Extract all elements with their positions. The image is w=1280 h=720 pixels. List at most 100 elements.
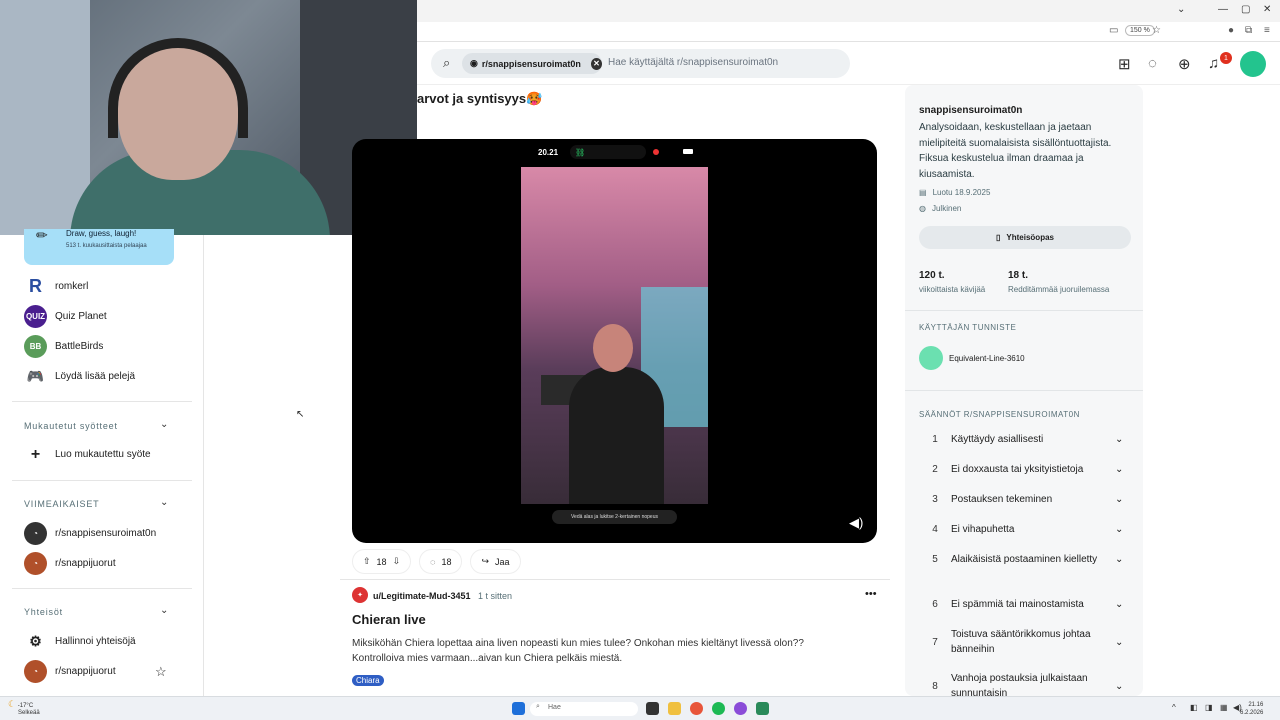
community-item[interactable]: ◔ r/snappijuorut (24, 660, 116, 683)
tab-list-button[interactable]: ⌄ (1177, 4, 1185, 15)
chevron-down-icon[interactable]: ⌄ (1115, 464, 1129, 475)
spotify-icon[interactable] (712, 702, 725, 715)
upvote-icon[interactable]: ⇧ (363, 556, 371, 567)
close-window-button[interactable]: ✕ (1263, 4, 1271, 15)
profile-icon[interactable]: ● (1228, 25, 1234, 36)
bell-icon[interactable]: ♫ (1208, 55, 1219, 72)
created-label: Luotu 18.9.2025 (932, 188, 991, 197)
rule-item[interactable]: 7 Toistuva sääntörikkomus johtaa bänneihi… (919, 627, 1129, 657)
avatar[interactable]: ✦ (352, 587, 368, 603)
video-frame (521, 167, 708, 504)
chevron-down-icon[interactable]: ⌄ (1115, 434, 1129, 445)
manage-communities[interactable]: ⚙ Hallinnoi yhteisöjä (24, 630, 135, 653)
close-icon[interactable]: ✕ (590, 57, 602, 70)
sidebar-item-quiz-planet[interactable]: QUIZ Quiz Planet (24, 305, 107, 328)
create-post-icon[interactable]: ⊕ (1178, 55, 1191, 73)
recent-item[interactable]: ◔ r/snappijuorut (24, 552, 116, 575)
user-avatar[interactable] (1240, 51, 1266, 77)
post-title[interactable]: arvot ja syntisyys🥵 (417, 91, 542, 107)
communities-heading[interactable]: Yhteisöt (24, 607, 63, 617)
game-card[interactable]: ✏ Draw, guess, laugh! 513 t. kuukausitta… (24, 227, 174, 265)
clock[interactable]: 21.16 6.2.2026 (1240, 701, 1263, 717)
sidebar-item-romkerl[interactable]: R romkerl (24, 275, 88, 298)
windows-taskbar: ☾ -17°C Selkeää ⌕ Hae ^ ◧ ◨ ▦ ◀) 21.16 6… (0, 696, 1280, 720)
chevron-down-icon[interactable]: ⌄ (1115, 554, 1129, 565)
quiz-planet-icon: QUIZ (24, 305, 47, 328)
star-icon[interactable]: ☆ (155, 664, 167, 680)
ads-icon[interactable]: ⊞ (1118, 55, 1131, 73)
post-author[interactable]: u/Legitimate-Mud-3451 (373, 591, 471, 601)
chevron-up-icon[interactable]: ^ (1172, 703, 1176, 712)
chat-icon[interactable]: ◌ (1148, 55, 1157, 72)
video-player[interactable]: 20.21 ⛓ Vedä alas ja lukitse 2-kertainen… (352, 139, 877, 543)
file-explorer-icon[interactable] (668, 702, 681, 715)
vote-button[interactable]: ⇧ 18 ⇩ (352, 549, 412, 574)
community-guide-button[interactable]: ▯ Yhteisöopas (919, 226, 1131, 249)
user-flair-heading: KÄYTTÄJÄN TUNNISTE (919, 323, 1017, 332)
start-icon[interactable] (512, 702, 525, 715)
recent-item[interactable]: ◔ r/snappisensuroimat0n (24, 522, 156, 545)
volume-icon[interactable]: ◀) (849, 515, 863, 531)
share-label: Jaa (495, 556, 510, 567)
chevron-down-icon[interactable]: ⌄ (1115, 681, 1129, 692)
weather-widget[interactable]: ☾ -17°C Selkeää (8, 700, 40, 717)
sidebar-divider (12, 588, 192, 589)
taskbar-search[interactable]: ⌕ Hae (530, 702, 638, 716)
weekly-visitors-value: 120 t. (919, 270, 945, 281)
tray-app-icon[interactable]: ◨ (1205, 703, 1213, 712)
sidebar-item-battlebirds[interactable]: BB BattleBirds (24, 335, 103, 358)
contributors-value: 18 t. (1008, 270, 1029, 281)
search-bar[interactable]: ⌕ ◉ r/snappisensuroimat0n ✕ Hae käyttäjä… (431, 49, 850, 78)
user-flair[interactable]: Equivalent-Line-3610 (919, 346, 1025, 370)
chevron-down-icon[interactable]: ⌄ (160, 605, 168, 616)
weekly-visitors-label: viikoittaista kävijää (919, 285, 986, 294)
sidebar-item-more-games[interactable]: 🎮 Löydä lisää pelejä (24, 365, 135, 388)
more-options-icon[interactable]: ••• (865, 588, 877, 600)
firefox-icon[interactable] (690, 702, 703, 715)
tray-app-icon[interactable]: ◧ (1190, 703, 1198, 712)
rule-number: 6 (932, 599, 938, 610)
chevron-down-icon[interactable]: ⌄ (1115, 599, 1129, 610)
community-search-chip[interactable]: ◉ r/snappisensuroimat0n ✕ (462, 53, 602, 74)
screen-icon[interactable]: ▭ (1109, 25, 1118, 36)
rule-item[interactable]: 1 Käyttäydy asiallisesti ⌄ (919, 432, 1129, 447)
minimize-button[interactable]: — (1218, 4, 1228, 15)
chevron-down-icon[interactable]: ⌄ (1115, 494, 1129, 505)
app-icon[interactable] (756, 702, 769, 715)
post-time: 1 t sitten (478, 591, 513, 601)
recent-heading[interactable]: VIIMEAIKAISET (24, 499, 99, 509)
comments-button[interactable]: ◌ 18 (419, 549, 463, 574)
panel-divider (905, 390, 1143, 391)
chevron-down-icon[interactable]: ⌄ (1115, 524, 1129, 535)
zoom-indicator[interactable]: 150 % (1125, 25, 1155, 36)
rule-item[interactable]: 6 Ei spämmiä tai mainostamista ⌄ (919, 597, 1129, 612)
custom-feeds-heading[interactable]: Mukautetut syötteet (24, 421, 118, 431)
rule-item[interactable]: 3 Postauksen tekeminen ⌄ (919, 492, 1129, 507)
chevron-down-icon[interactable]: ⌄ (160, 497, 168, 508)
community-info-panel: snappisensuroimat0n Analysoidaan, keskus… (905, 85, 1143, 699)
post-title[interactable]: Chieran live (352, 612, 426, 627)
network-icon[interactable]: ▦ (1220, 703, 1228, 712)
maximize-button[interactable]: ▢ (1241, 4, 1250, 15)
game-card-title: Draw, guess, laugh! (66, 229, 137, 238)
menu-icon[interactable]: ≡ (1264, 25, 1270, 36)
extensions-icon[interactable]: ⧉ (1245, 25, 1252, 36)
post-divider (340, 579, 890, 580)
visibility-label: Julkinen (931, 204, 962, 213)
rule-item[interactable]: 4 Ei vihapuhetta ⌄ (919, 522, 1129, 537)
search-input[interactable]: Hae käyttäjältä r/snappisensuroimat0n (608, 57, 778, 68)
chevron-down-icon[interactable]: ⌄ (160, 419, 168, 430)
post-flair[interactable]: Chiara (352, 675, 384, 686)
task-view-icon[interactable] (646, 702, 659, 715)
messenger-icon[interactable] (734, 702, 747, 715)
create-custom-feed[interactable]: + Luo mukautettu syöte (24, 443, 151, 466)
downvote-icon[interactable]: ⇩ (393, 556, 401, 567)
rule-item[interactable]: 5 Alaikäisistä postaaminen kielletty ⌄ (919, 552, 1129, 567)
chevron-down-icon[interactable]: ⌄ (1115, 637, 1129, 648)
rule-item[interactable]: 2 Ei doxxausta tai yksityistietoja ⌄ (919, 462, 1129, 477)
share-button[interactable]: ↪ Jaa (470, 549, 521, 574)
user-flair-name: Equivalent-Line-3610 (949, 353, 1025, 363)
post-body[interactable]: Miksiköhän Chiera lopettaa aina liven no… (352, 636, 852, 666)
recent-item-label: r/snappisensuroimat0n (55, 528, 157, 539)
star-icon[interactable]: ☆ (1152, 25, 1161, 36)
